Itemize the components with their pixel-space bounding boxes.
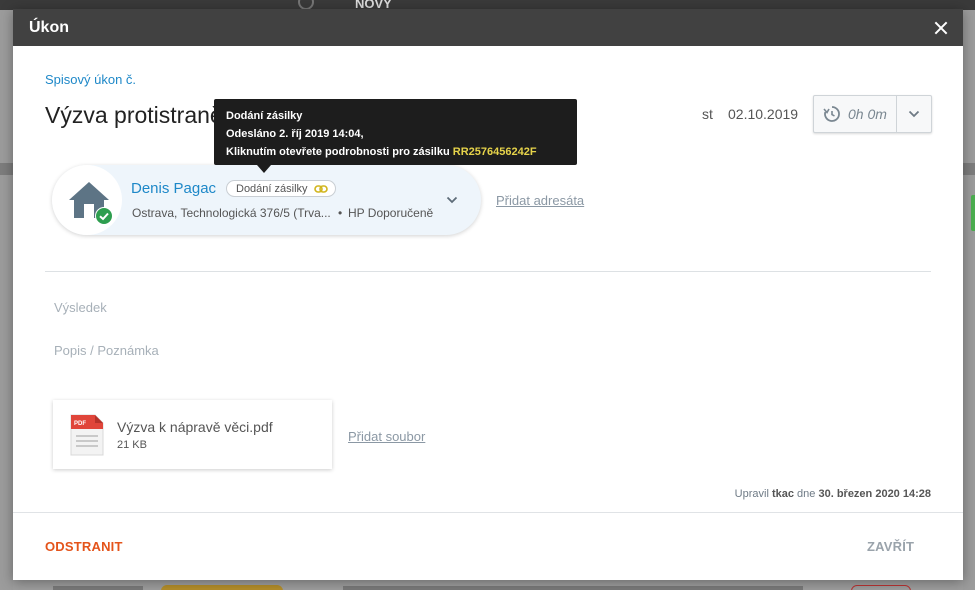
- pdf-icon: PDF: [70, 414, 104, 456]
- file-action-number: Spisový úkon č.: [45, 72, 137, 87]
- check-icon: [95, 207, 113, 225]
- delivery-status-label: Dodání zásilky: [236, 182, 308, 195]
- action-dialog: Úkon Spisový úkon č. Výzva protistraně k…: [13, 9, 963, 580]
- add-recipient-link[interactable]: Přidat adresáta: [496, 193, 584, 208]
- divider: [45, 271, 931, 272]
- recipient-name[interactable]: Denis Pagac: [131, 180, 216, 197]
- delete-button[interactable]: ODSTRANIT: [45, 539, 123, 554]
- background-table-row: [13, 580, 963, 590]
- recipient-card[interactable]: Denis Pagac Dodání zásilky Ostrava, Tech…: [52, 165, 481, 235]
- dialog-header: Úkon: [13, 9, 963, 46]
- add-file-link[interactable]: Přidat soubor: [348, 429, 425, 444]
- attachment-card[interactable]: PDF Výzva k nápravě věci.pdf 21 KB: [53, 400, 332, 469]
- result-field[interactable]: Výsledek: [54, 300, 107, 315]
- attachment-name[interactable]: Výzva k nápravě věci.pdf: [117, 419, 273, 435]
- attachment-size: 21 KB: [117, 439, 147, 451]
- edited-info: Upravil tkac dne 30. březen 2020 14:28: [735, 488, 931, 500]
- time-tracker: 0h 0m: [813, 95, 932, 133]
- edited-datetime: 30. březen 2020 14:28: [818, 488, 931, 500]
- tooltip-hint: Kliknutím otevřete podrobnosti pro zásil…: [226, 143, 565, 161]
- svg-text:PDF: PDF: [74, 421, 86, 427]
- tooltip-arrow: [257, 165, 271, 173]
- time-value: 0h 0m: [848, 106, 887, 122]
- edited-user: tkac: [771, 488, 794, 500]
- recipient-avatar: [52, 165, 122, 235]
- action-title[interactable]: Výzva protistraně k nápravě věci: [45, 102, 235, 129]
- note-field[interactable]: Popis / Poznámka: [54, 343, 159, 358]
- tooltip-hint-text: Kliknutím otevřete podrobnosti pro zásil…: [226, 146, 453, 158]
- delivery-status-badge[interactable]: Dodání zásilky: [226, 180, 336, 197]
- background-left: [0, 10, 13, 590]
- edited-middle: dne: [797, 488, 816, 500]
- action-weekday: st: [702, 106, 713, 122]
- separator-dot: •: [338, 206, 343, 220]
- tracking-number[interactable]: RR2576456242F: [453, 146, 537, 158]
- chevron-down-icon[interactable]: [445, 193, 459, 207]
- time-tracker-button[interactable]: 0h 0m: [814, 96, 897, 132]
- tooltip-sent: Odesláno 2. říj 2019 14:04,: [226, 128, 364, 140]
- action-date[interactable]: 02.10.2019: [728, 106, 798, 122]
- recipient-address: Ostrava, Technologická 376/5 (Trva...: [132, 206, 331, 220]
- tooltip-title: Dodání zásilky: [226, 110, 303, 122]
- link-icon: [313, 184, 328, 193]
- delivery-tooltip: Dodání zásilky Odesláno 2. říj 2019 14:0…: [214, 99, 577, 165]
- close-icon[interactable]: [931, 18, 951, 38]
- background-right: [963, 10, 975, 590]
- edited-prefix: Upravil: [734, 488, 769, 500]
- timer-icon: [823, 106, 840, 122]
- dialog-title: Úkon: [29, 18, 69, 36]
- time-tracker-dropdown[interactable]: [897, 96, 931, 132]
- chevron-down-icon: [908, 110, 920, 118]
- delivery-type: HP Doporučeně: [348, 206, 434, 220]
- close-button[interactable]: ZAVŘÍT: [867, 539, 914, 554]
- footer-divider: [13, 512, 963, 513]
